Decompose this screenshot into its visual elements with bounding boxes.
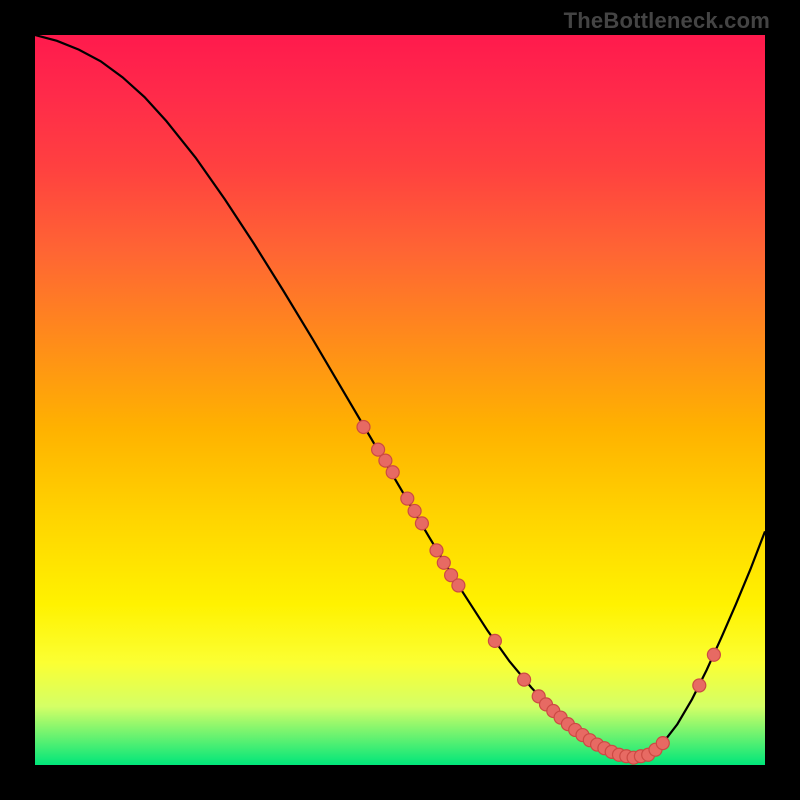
- watermark-text: TheBottleneck.com: [564, 8, 770, 34]
- curve-marker: [379, 454, 392, 467]
- curve-marker: [430, 544, 443, 557]
- plot-area: [35, 35, 765, 765]
- curve-marker: [437, 556, 450, 569]
- curve-line: [35, 35, 765, 758]
- curve-markers: [357, 421, 720, 765]
- curve-marker: [656, 737, 669, 750]
- curve-marker: [401, 492, 414, 505]
- curve-marker: [488, 634, 501, 647]
- curve-marker: [518, 673, 531, 686]
- curve-marker: [693, 679, 706, 692]
- curve-marker: [452, 579, 465, 592]
- chart-svg: [35, 35, 765, 765]
- chart-container: TheBottleneck.com: [0, 0, 800, 800]
- curve-marker: [386, 466, 399, 479]
- curve-marker: [415, 517, 428, 530]
- curve-marker: [408, 504, 421, 517]
- curve-marker: [707, 648, 720, 661]
- curve-marker: [357, 421, 370, 434]
